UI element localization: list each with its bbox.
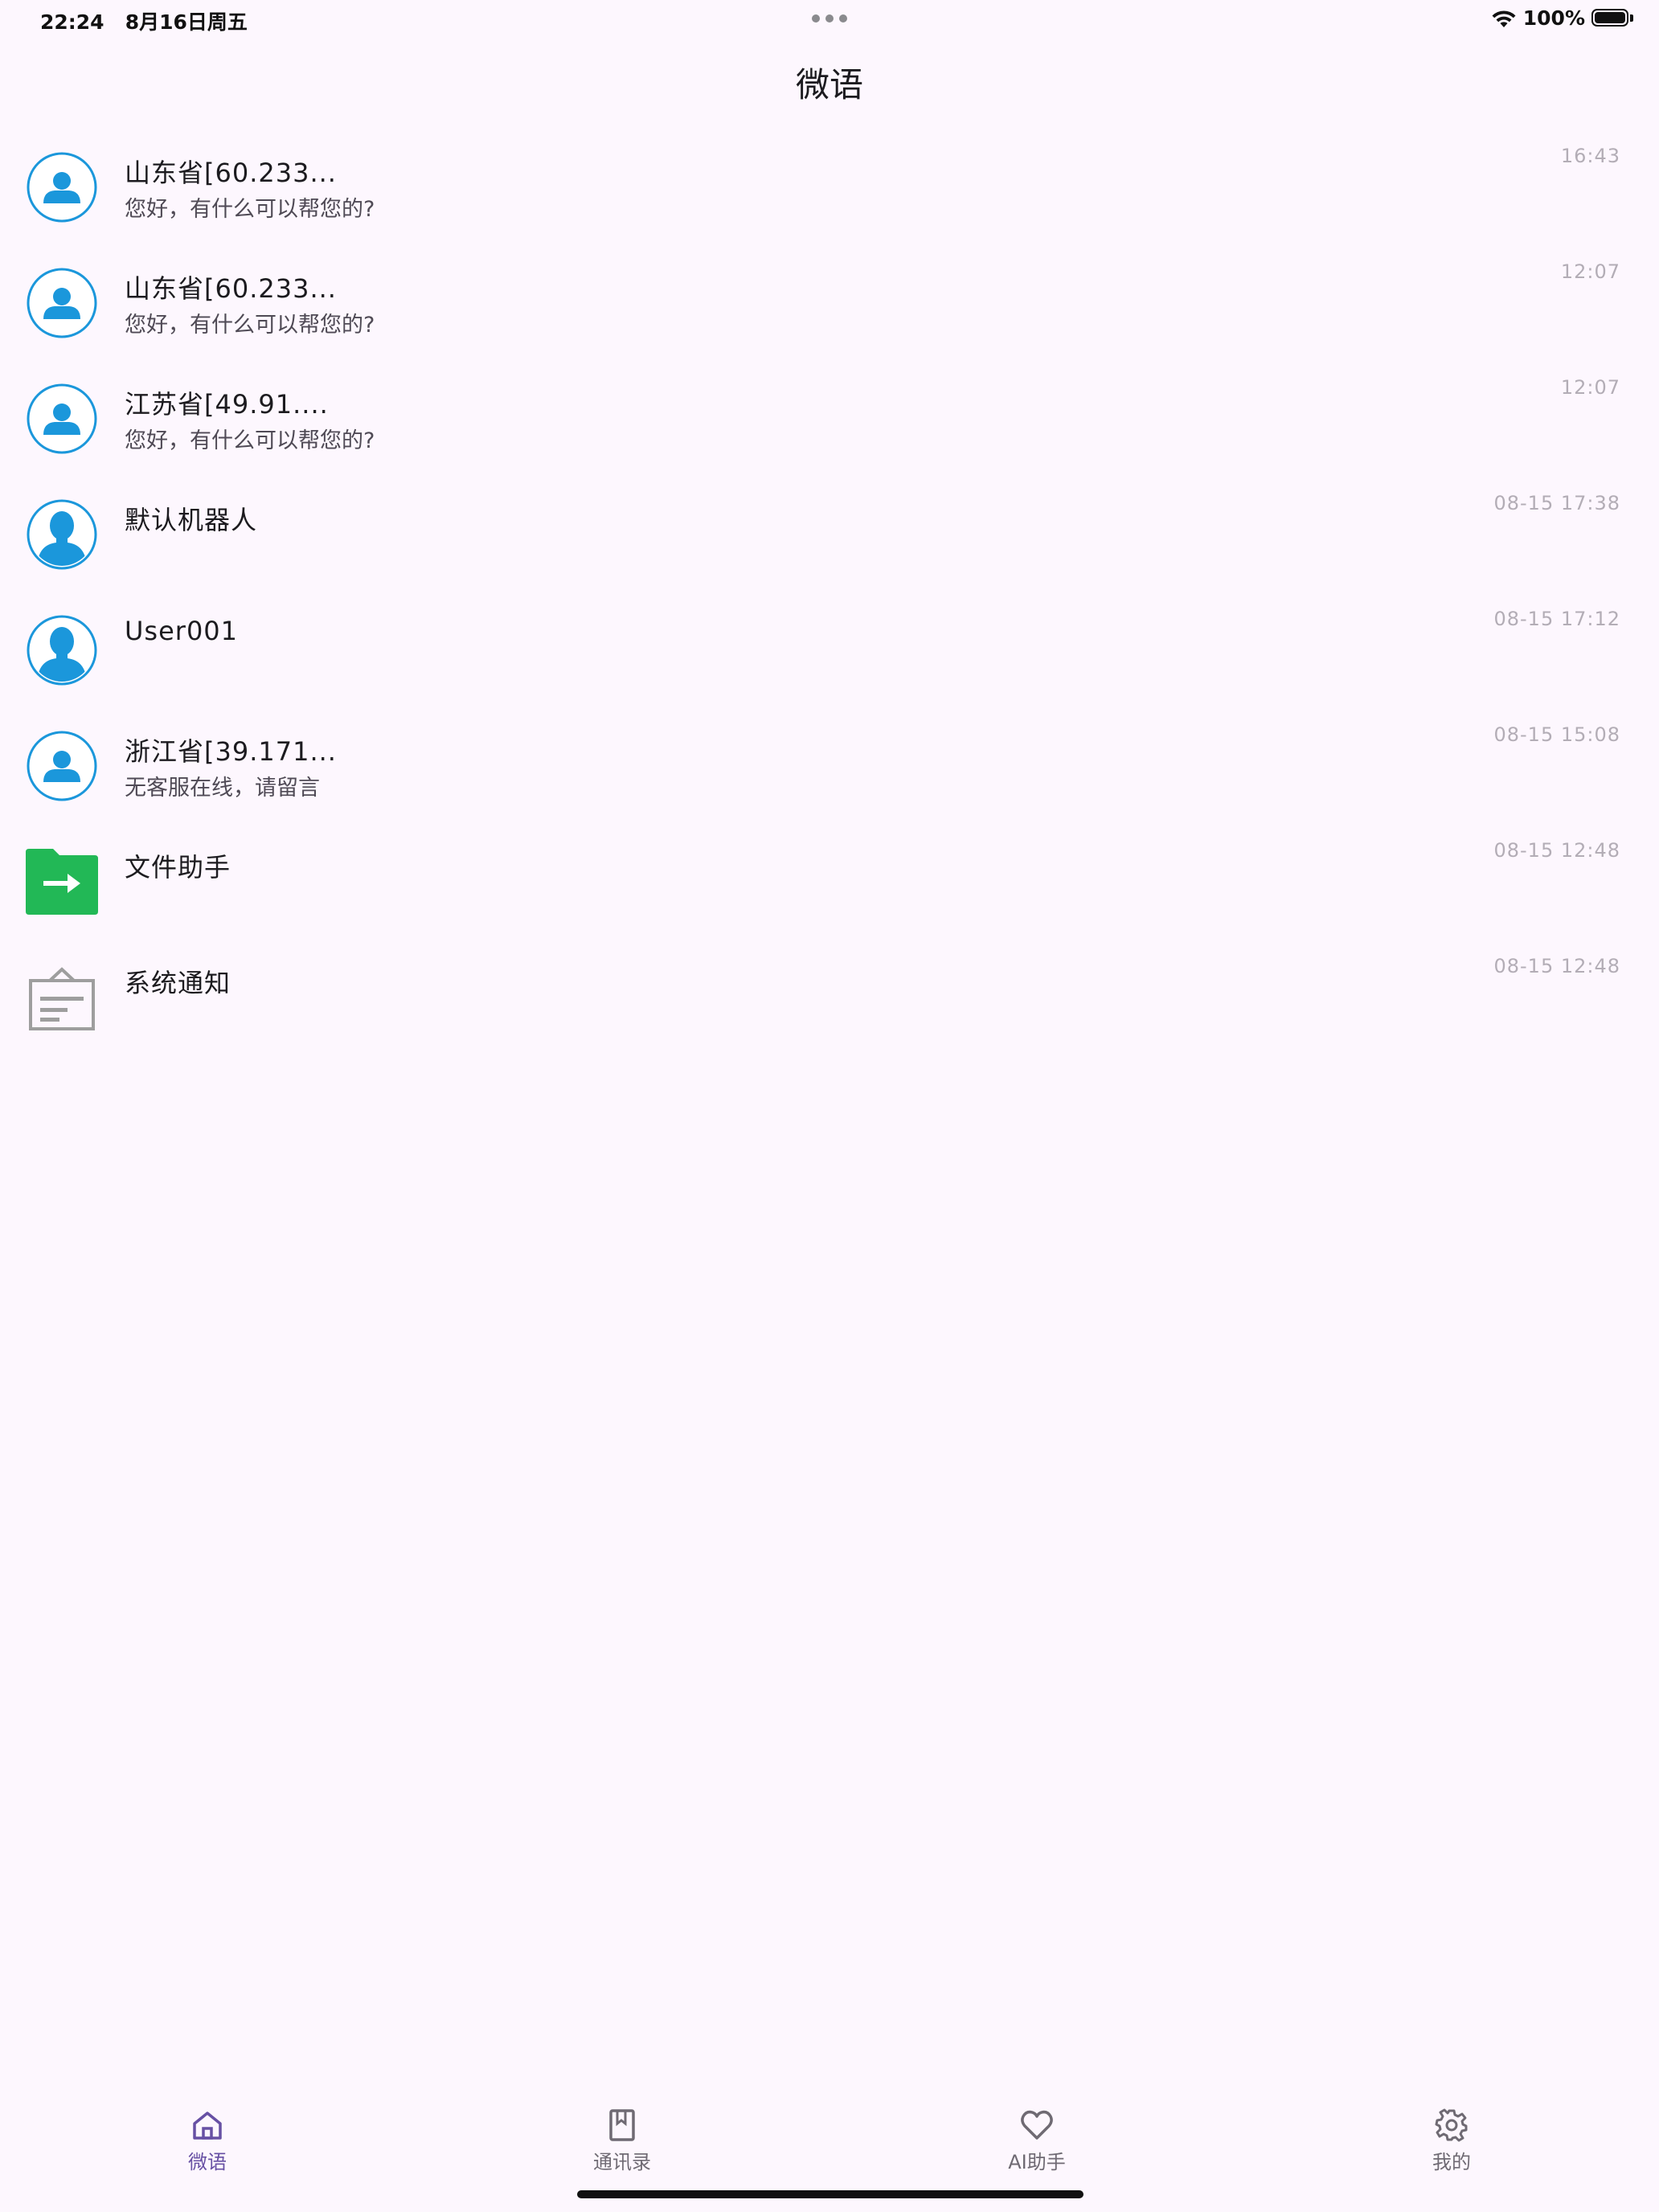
conversation-preview: 您好，有什么可以帮您的? — [125, 428, 375, 453]
nav-label: 我的 — [1432, 2151, 1471, 2173]
user-outline-icon — [26, 151, 98, 223]
conversation-preview: 无客服在线，请留言 — [125, 776, 320, 801]
nav-tab-contacts[interactable]: 通讯录 — [542, 2108, 703, 2174]
file-transfer-icon — [26, 846, 98, 918]
conversation-time: 08-15 17:38 — [1493, 492, 1620, 514]
nav-label: 微语 — [188, 2151, 227, 2173]
conversation-item[interactable]: 文件助手 08-15 12:48 — [0, 823, 1659, 939]
user-outline-icon — [26, 267, 98, 339]
conversation-preview: 您好，有什么可以帮您的? — [125, 313, 375, 338]
multitasking-dots-icon[interactable] — [812, 14, 847, 24]
conversation-name: 文件助手 — [125, 852, 231, 883]
status-indicators: 100% — [1491, 6, 1635, 30]
conversation-item[interactable]: 山东省[60.233... 您好，有什么可以帮您的? 12:07 — [0, 244, 1659, 360]
user-outline-icon — [26, 383, 98, 455]
conversation-time: 12:07 — [1560, 260, 1620, 283]
status-bar: 22:24 8月16日周五 100% — [0, 0, 1659, 39]
nav-tab-profile[interactable]: 我的 — [1371, 2108, 1532, 2174]
battery-icon — [1591, 8, 1635, 28]
conversation-preview: 您好，有什么可以帮您的? — [125, 197, 375, 222]
conversation-list: 山东省[60.233... 您好，有什么可以帮您的? 16:43 山东省[60.… — [0, 129, 1659, 1055]
home-icon — [193, 2112, 222, 2140]
conversation-time: 08-15 15:08 — [1493, 723, 1620, 746]
nav-label: AI助手 — [1008, 2151, 1066, 2173]
notice-icon — [26, 961, 98, 1034]
conversation-time: 08-15 12:48 — [1493, 839, 1620, 862]
battery-percent: 100% — [1522, 6, 1585, 30]
user-filled-icon — [26, 614, 98, 686]
page-title: 微语 — [795, 65, 863, 104]
heart-icon — [1021, 2110, 1053, 2140]
status-time: 22:24 8月16日周五 — [40, 6, 248, 35]
conversation-name: 浙江省[39.171... — [125, 736, 337, 767]
conversation-name: 山东省[60.233... — [125, 158, 337, 188]
nav-tab-home[interactable]: 微语 — [127, 2108, 288, 2174]
conversation-name: User001 — [125, 616, 239, 646]
conversation-name: 默认机器人 — [125, 505, 258, 535]
wifi-icon — [1492, 10, 1516, 27]
conversation-time: 08-15 17:12 — [1493, 608, 1620, 630]
conversation-time: 16:43 — [1560, 145, 1620, 167]
conversation-item[interactable]: 系统通知 08-15 12:48 — [0, 939, 1659, 1055]
nav-tab-ai-assistant[interactable]: AI助手 — [956, 2108, 1117, 2174]
bottom-navigation: 微语 通讯录 AI助手 我的 — [0, 2090, 1659, 2178]
conversation-item[interactable]: 默认机器人 08-15 17:38 — [0, 476, 1659, 592]
status-clock: 22:24 — [40, 10, 104, 34]
nav-label: 通讯录 — [593, 2151, 651, 2173]
user-filled-icon — [26, 498, 98, 571]
conversation-name: 系统通知 — [125, 968, 231, 998]
status-date: 8月16日周五 — [125, 10, 248, 34]
conversation-item[interactable]: 江苏省[49.91.... 您好，有什么可以帮您的? 12:07 — [0, 360, 1659, 476]
home-indicator[interactable] — [577, 2190, 1083, 2198]
conversation-time: 08-15 12:48 — [1493, 955, 1620, 977]
conversation-item[interactable]: 浙江省[39.171... 无客服在线，请留言 08-15 15:08 — [0, 707, 1659, 823]
conversation-time: 12:07 — [1560, 376, 1620, 399]
conversation-name: 江苏省[49.91.... — [125, 389, 329, 420]
conversation-item[interactable]: User001 08-15 17:12 — [0, 592, 1659, 707]
gear-icon — [1435, 2108, 1468, 2142]
contacts-book-icon — [609, 2109, 635, 2141]
user-outline-icon — [26, 730, 98, 802]
conversation-name: 山东省[60.233... — [125, 273, 337, 304]
conversation-item[interactable]: 山东省[60.233... 您好，有什么可以帮您的? 16:43 — [0, 129, 1659, 244]
